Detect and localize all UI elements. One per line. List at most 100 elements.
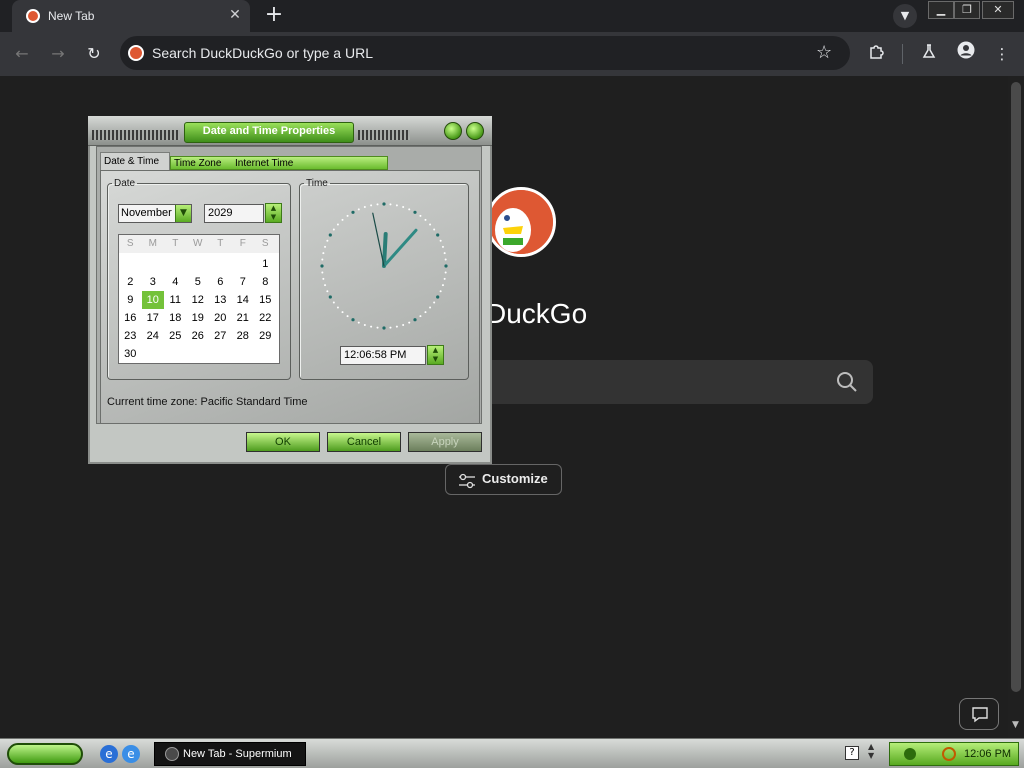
calendar-day[interactable]: 22 — [254, 309, 277, 327]
chevron-down-icon[interactable]: ▼ — [175, 205, 191, 222]
calendar-day[interactable]: 21 — [232, 309, 255, 327]
new-tab-button[interactable]: + — [262, 4, 286, 28]
clock-tick — [433, 228, 436, 231]
calendar-day[interactable]: 15 — [254, 291, 277, 309]
tray-clock[interactable]: 12:06 PM — [964, 748, 1011, 760]
bookmark-star-icon[interactable]: ☆ — [816, 42, 832, 63]
ok-button[interactable]: OK — [246, 432, 320, 452]
restore-button[interactable]: ❐ — [954, 1, 980, 19]
calendar-day[interactable]: 14 — [232, 291, 255, 309]
calendar-day[interactable]: 27 — [209, 327, 232, 345]
back-arrow-icon[interactable]: ← — [8, 40, 36, 68]
calendar-day[interactable]: 4 — [164, 273, 187, 291]
labs-flask-icon[interactable] — [915, 40, 943, 68]
start-button[interactable] — [7, 743, 83, 765]
tray-expand-icon[interactable]: ▲ ▼ — [868, 742, 874, 760]
page-scrollbar[interactable]: ▼ — [1008, 76, 1024, 738]
scroll-down-arrow-icon[interactable]: ▼ — [1012, 720, 1019, 730]
calendar-day — [119, 255, 142, 273]
calendar-day[interactable]: 24 — [142, 327, 165, 345]
profile-avatar-icon[interactable] — [952, 40, 980, 68]
cancel-button[interactable]: Cancel — [327, 432, 401, 452]
customize-button[interactable]: Customize — [445, 464, 562, 495]
calendar-week-row: 1 — [119, 255, 279, 273]
taskbar-item-supermium[interactable]: New Tab - Supermium — [154, 742, 306, 766]
tab-title: New Tab — [48, 9, 95, 23]
weekday-header-cell: T — [217, 238, 224, 249]
calendar-day[interactable]: 19 — [187, 309, 210, 327]
clock-tick — [413, 210, 417, 214]
tab-search-chevron-icon[interactable]: ▼ — [893, 4, 917, 28]
toolbar-divider — [902, 44, 903, 64]
tab-strip: New Tab ✕ + ▼ ▁ ❐ ✕ — [0, 0, 1024, 32]
calendar-day[interactable]: 16 — [119, 309, 142, 327]
calendar-day[interactable]: 9 — [119, 291, 142, 309]
dialog-title-plate: Date and Time Properties — [184, 122, 354, 143]
tab-label-time-zone[interactable]: Time Zone — [174, 158, 221, 169]
duckduckgo-favicon-icon — [26, 9, 40, 23]
clock-tick — [433, 301, 436, 304]
close-window-button[interactable]: ✕ — [982, 1, 1014, 19]
minimize-button[interactable]: ▁ — [928, 1, 954, 19]
calendar-day[interactable]: 2 — [119, 273, 142, 291]
calendar-day[interactable]: 26 — [187, 327, 210, 345]
calendar-day[interactable]: 5 — [187, 273, 210, 291]
time-spinner-arrows-icon[interactable]: ▲ ▼ — [427, 345, 444, 365]
tab-label-internet-time[interactable]: Internet Time — [235, 158, 293, 169]
close-orb-button[interactable] — [466, 122, 484, 140]
weekday-header-cell: W — [193, 238, 203, 249]
calendar-day[interactable]: 12 — [187, 291, 210, 309]
clock-minute-hand — [382, 228, 418, 268]
calendar-day[interactable]: 23 — [119, 327, 142, 345]
clock-tick — [444, 264, 448, 268]
menu-kebab-icon[interactable]: ⋮ — [988, 40, 1016, 68]
tab-new-tab[interactable]: New Tab ✕ — [12, 0, 250, 32]
calendar-day[interactable]: 30 — [119, 345, 142, 363]
apply-button[interactable]: Apply — [408, 432, 482, 452]
internet-explorer-icon[interactable]: e — [100, 745, 118, 763]
clock-tick — [444, 258, 447, 261]
month-dropdown[interactable]: November ▼ — [118, 204, 192, 223]
calendar-day[interactable]: 1 — [254, 255, 277, 273]
help-orb-button[interactable] — [444, 122, 462, 140]
calendar-day[interactable]: 25 — [164, 327, 187, 345]
customize-label: Customize — [482, 471, 548, 486]
titlebar-grip-left — [92, 130, 180, 140]
tab-label-date-time[interactable]: Date & Time — [104, 156, 159, 167]
time-input[interactable]: 12:06:58 PM — [340, 346, 426, 365]
dialog-titlebar[interactable]: Date and Time Properties — [88, 116, 492, 146]
calendar-grid[interactable]: S M T W T F S 1 2 3 4 5 6 7 8 9 10 11 12 13 14 15 16 17 18 19 20 21… — [118, 234, 280, 364]
date-group-label: Date — [114, 178, 136, 189]
calendar-day[interactable]: 6 — [209, 273, 232, 291]
calendar-day[interactable]: 3 — [142, 273, 165, 291]
forward-arrow-icon[interactable]: → — [44, 40, 72, 68]
clock-tick — [370, 204, 373, 207]
help-icon[interactable]: ? — [845, 746, 859, 760]
tab-close-icon[interactable]: ✕ — [226, 6, 244, 24]
calendar-day[interactable]: 17 — [142, 309, 165, 327]
calendar-day[interactable]: 18 — [164, 309, 187, 327]
calendar-day[interactable]: 8 — [254, 273, 277, 291]
address-bar[interactable]: Search DuckDuckGo or type a URL ☆ — [120, 36, 850, 70]
page-search-box[interactable] — [480, 360, 873, 404]
calendar-day[interactable]: 13 — [209, 291, 232, 309]
current-timezone-label: Current time zone: Pacific Standard Time — [107, 396, 308, 408]
calendar-day[interactable]: 28 — [232, 327, 255, 345]
search-icon[interactable] — [836, 371, 858, 397]
year-input[interactable]: 2029 — [204, 204, 264, 223]
network-icon[interactable] — [904, 748, 916, 760]
calendar-day[interactable]: 20 — [209, 309, 232, 327]
year-spinner-arrows-icon[interactable]: ▲ ▼ — [265, 203, 282, 223]
duckduckgo-logo-icon — [486, 187, 556, 257]
scrollbar-thumb[interactable] — [1011, 82, 1021, 692]
calendar-day-selected[interactable]: 10 — [141, 291, 164, 309]
calendar-day[interactable]: 7 — [232, 273, 255, 291]
extensions-puzzle-icon[interactable] — [862, 40, 890, 68]
calendar-day[interactable]: 11 — [164, 291, 187, 309]
reload-icon[interactable]: ↻ — [80, 40, 108, 68]
search-tray-icon[interactable] — [942, 747, 956, 761]
feedback-chat-icon[interactable] — [959, 698, 999, 730]
calendar-day — [164, 345, 187, 363]
quick-launch-browser-icon[interactable]: e — [122, 745, 140, 763]
calendar-day[interactable]: 29 — [254, 327, 277, 345]
